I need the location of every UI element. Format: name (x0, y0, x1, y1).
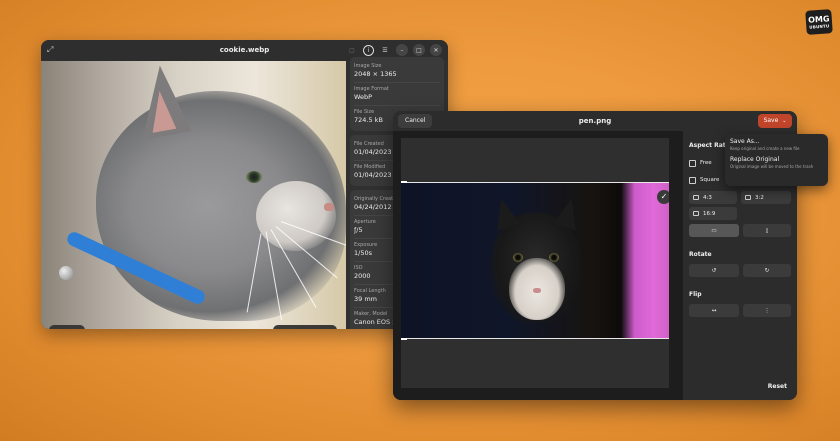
menu-item-subtitle: Keep original and create a new file (730, 146, 800, 151)
ratio-16-9-button[interactable]: 16:9 (689, 207, 737, 220)
cancel-button[interactable]: Cancel (398, 114, 433, 128)
checkbox-icon (689, 159, 696, 167)
orientation-portrait-button[interactable]: ▯ (743, 224, 791, 237)
landscape-icon: ▭ (711, 227, 717, 234)
rotate-right-button[interactable]: ↻ (743, 264, 791, 277)
property-row: Image Size 2048 × 1365 (354, 60, 440, 83)
property-label: Image Size (354, 63, 382, 69)
checkbox-icon (693, 211, 699, 216)
ratio-square-option[interactable]: Square (689, 174, 719, 186)
image-nav-controls: ‹ › (49, 325, 85, 329)
maximize-icon[interactable]: □ (413, 44, 425, 56)
ratio-free-label: Free (700, 160, 712, 166)
crop-frame[interactable] (401, 181, 669, 340)
checkbox-icon (693, 195, 699, 200)
ratio-3-2-label: 3:2 (755, 194, 764, 201)
reset-button[interactable]: Reset (768, 383, 787, 390)
omg-ubuntu-logo: OMG UBUNTU (805, 9, 833, 35)
rotate-left-button[interactable]: ↺ (689, 264, 739, 277)
rotate-right-icon: ↻ (764, 267, 770, 274)
portrait-icon: ▯ (765, 227, 769, 234)
flip-vertical-button[interactable]: ⋮ (743, 304, 791, 317)
ratio-4-3-label: 4:3 (703, 194, 712, 201)
viewer-header-buttons: ▢ i ☰ – □ ✕ (346, 44, 442, 56)
save-dropdown-menu: Save As... Keep original and create a ne… (725, 134, 828, 186)
ratio-4-3-button[interactable]: 4:3 (689, 191, 737, 204)
property-row: Image Format WebP (354, 83, 440, 106)
crop-handle-top-left[interactable] (401, 181, 407, 189)
replace-original-menu-item[interactable]: Replace Original Original image will be … (730, 156, 823, 170)
close-icon[interactable]: ✕ (430, 44, 442, 56)
crop-dimmed-bottom (401, 338, 669, 388)
menu-item-title: Replace Original (730, 156, 780, 163)
checkbox-icon (745, 195, 751, 200)
pen-photo: ✓ (401, 138, 669, 388)
property-value: WebP (354, 93, 373, 101)
save-button[interactable]: Save ⌄ (758, 114, 792, 128)
save-button-label: Save (763, 117, 779, 124)
save-as-menu-item[interactable]: Save As... Keep original and create a ne… (730, 138, 823, 152)
flip-title: Flip (689, 291, 702, 298)
property-value: 2048 × 1365 (354, 70, 397, 78)
menu-icon[interactable]: ☰ (379, 44, 391, 56)
rotate-title: Rotate (689, 251, 712, 258)
ratio-square-label: Square (700, 177, 720, 183)
logo-line2: UBUNTU (809, 22, 830, 30)
ratio-3-2-button[interactable]: 3:2 (741, 191, 791, 204)
flip-horizontal-icon: ↔ (711, 307, 717, 314)
crop-handle-bottom-left[interactable] (401, 332, 407, 340)
crop-dimmed-top (401, 138, 669, 183)
info-icon[interactable]: i (363, 44, 374, 56)
window-overlay-icon[interactable]: ▢ (346, 44, 358, 56)
cat-photo: ‹ › − + ⊕ ⌄ (41, 61, 346, 329)
cat-bell-shape (59, 266, 73, 280)
menu-item-title: Save As... (730, 138, 760, 145)
editor-title: pen.png (578, 117, 612, 125)
flip-horizontal-button[interactable]: ↔ (689, 304, 739, 317)
checkbox-icon (689, 176, 696, 184)
editor-canvas[interactable]: ✓ (393, 131, 683, 400)
rotate-left-icon: ↺ (711, 267, 717, 274)
zoom-controls: − + ⊕ ⌄ (273, 325, 337, 329)
chevron-down-icon: ⌄ (782, 118, 787, 124)
editor-header-bar: pen.png Cancel Save ⌄ (393, 111, 797, 131)
image-viewer-window: ⤢ cookie.webp ▢ i ☰ – □ ✕ ‹ › − + (41, 40, 448, 329)
flip-vertical-icon: ⋮ (764, 307, 770, 314)
orientation-landscape-button[interactable]: ▭ (689, 224, 739, 237)
cat-eye-shape (246, 171, 262, 183)
ratio-free-option[interactable]: Free (689, 157, 712, 169)
minimize-icon[interactable]: – (396, 44, 408, 56)
property-label: Image Format (354, 86, 389, 92)
ratio-16-9-label: 16:9 (703, 210, 716, 217)
cat-nose-shape (324, 203, 334, 211)
menu-item-subtitle: Original image will be moved to the tras… (730, 164, 814, 169)
apply-crop-check-icon[interactable]: ✓ (657, 190, 669, 204)
